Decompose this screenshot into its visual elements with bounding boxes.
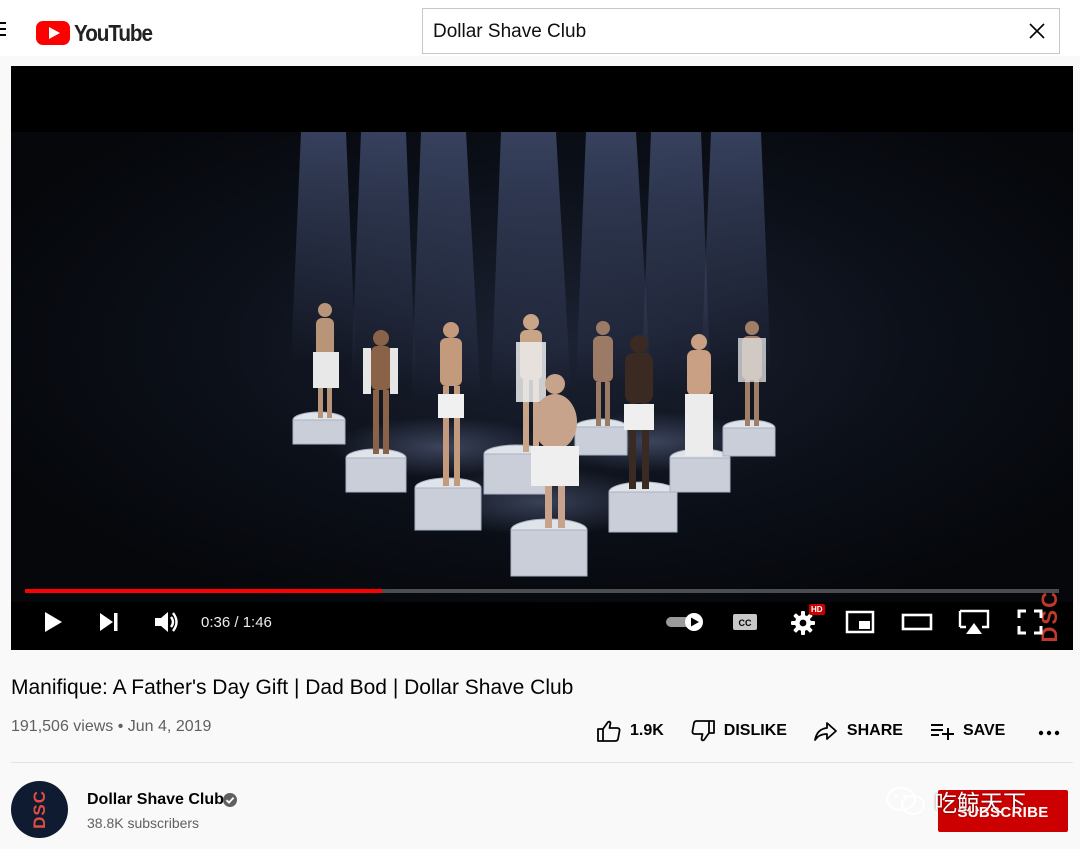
channel-avatar-text: DSC (29, 790, 49, 829)
search-box (422, 8, 1060, 55)
airplay-icon[interactable] (957, 608, 991, 636)
volume-icon[interactable] (153, 609, 181, 635)
progress-bar[interactable] (25, 589, 1059, 593)
add-to-playlist-icon (930, 724, 954, 740)
thumbs-down-icon (691, 720, 715, 742)
next-icon[interactable] (97, 611, 121, 633)
share-label: SHARE (846, 722, 903, 739)
like-count: 1.9K (630, 722, 664, 739)
dislike-label: DISLIKE (723, 722, 787, 739)
hd-badge: HD (809, 604, 825, 615)
video-actions: 1.9K DISLIKE SHARE SAVE (596, 716, 1005, 746)
logo-text: YouTube (74, 19, 153, 46)
save-button[interactable]: SAVE (929, 719, 1005, 743)
like-button[interactable]: 1.9K (596, 719, 664, 743)
wechat-icon (886, 787, 925, 815)
miniplayer-icon[interactable] (845, 610, 875, 634)
channel-avatar[interactable]: DSC (11, 781, 68, 838)
svg-text:CC: CC (739, 618, 752, 628)
video-view-count-and-date: 191,506 views • Jun 4, 2019 (11, 718, 212, 735)
player-controls: 0:36 / 1:46 CC HD (11, 602, 1073, 642)
watch-page: YouTube Dollar Shave Club DSC 0:36 / 1:4… (0, 0, 1080, 849)
subscribe-button[interactable]: SUBSCRIBE (938, 790, 1068, 832)
more-actions-icon[interactable] (1036, 718, 1062, 744)
video-scene-image (291, 132, 776, 577)
theater-icon[interactable] (901, 612, 933, 632)
captions-icon[interactable]: CC (731, 611, 759, 633)
dislike-button[interactable]: DISLIKE (690, 719, 787, 743)
verified-badge-icon (223, 793, 237, 807)
share-button[interactable]: SHARE (813, 719, 903, 743)
youtube-play-logo-icon (36, 21, 70, 45)
divider (11, 762, 1073, 763)
thumbs-up-icon (597, 720, 621, 742)
search-input[interactable] (431, 9, 1015, 55)
masthead: YouTube (0, 0, 1080, 56)
fullscreen-icon[interactable] (1017, 609, 1043, 635)
time-display: 0:36 / 1:46 (201, 614, 272, 631)
autoplay-toggle-icon[interactable] (665, 612, 705, 632)
menu-icon[interactable] (0, 22, 6, 36)
video-player[interactable]: DSC 0:36 / 1:46 CC HD (11, 66, 1073, 650)
settings-button[interactable]: HD (789, 604, 825, 638)
save-label: SAVE (962, 722, 1006, 739)
share-icon (814, 722, 837, 741)
clear-search-icon[interactable] (1027, 21, 1047, 41)
subscriber-count: 38.8K subscribers (87, 815, 200, 831)
video-title: Manifique: A Father's Day Gift | Dad Bod… (11, 676, 574, 699)
youtube-logo[interactable]: YouTube (36, 20, 161, 46)
video-frame[interactable]: DSC (11, 132, 1073, 642)
progress-played (25, 589, 382, 593)
play-icon[interactable] (41, 610, 65, 634)
channel-name[interactable]: Dollar Shave Club (87, 791, 224, 809)
